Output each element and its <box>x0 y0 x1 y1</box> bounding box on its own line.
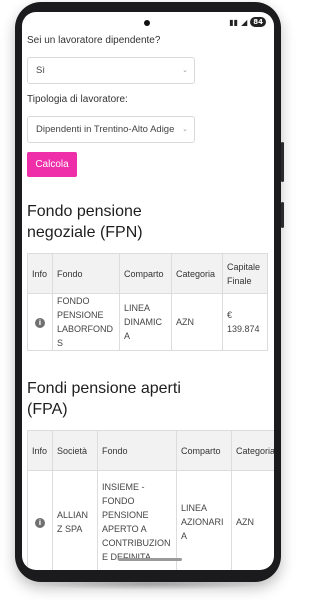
fpa-fondo-cell: INSIEME - FONDO PENSIONE APERTO A CONTRI… <box>97 470 177 570</box>
fpa-col-info: Info <box>27 430 53 471</box>
fpa-table: Info Società Fondo Comparto Categoria i … <box>27 430 274 570</box>
fpa-section-title: Fondi pensione aperti (FPA) <box>27 380 181 418</box>
employee-select[interactable]: Sì ⌄ <box>27 57 195 84</box>
info-icon[interactable]: i <box>35 318 45 328</box>
fpa-comparto-cell: LINEA AZIONARIA <box>176 470 232 570</box>
fpa-categoria-cell: AZN <box>231 470 274 570</box>
table-row: i ALLIANZ SPA INSIEME - FONDO PENSIONE A… <box>27 470 274 570</box>
fpn-comparto-cell: LINEA DINAMICA <box>119 293 172 351</box>
chevron-down-icon: ⌄ <box>182 126 188 133</box>
info-icon[interactable]: i <box>35 517 45 528</box>
fpn-header-row: Info Fondo Comparto Categoria Capitale F… <box>27 253 268 294</box>
fpn-col-categoria: Categoria <box>171 253 223 294</box>
power-button <box>281 202 284 228</box>
calcola-button[interactable]: Calcola <box>27 152 77 177</box>
fpn-info-cell[interactable]: i <box>27 293 53 351</box>
worker-type-label: Tipologia di lavoratore: <box>27 94 128 105</box>
status-icons: ▮▮ ◢ 84 <box>229 17 266 27</box>
fpn-fondo-cell: FONDO PENSIONE LABORFONDS <box>52 293 120 351</box>
fpn-col-info: Info <box>27 253 53 294</box>
employee-question-label: Sei un lavoratore dipendente? <box>27 35 161 46</box>
fpa-societa-cell: ALLIANZ SPA <box>52 470 98 570</box>
table-row: i FONDO PENSIONE LABORFONDS LINEA DINAMI… <box>27 293 268 351</box>
fpa-info-cell[interactable]: i <box>27 470 53 570</box>
fpn-col-capitale: Capitale Finale <box>222 253 268 294</box>
phone-screen: ▮▮ ◢ 84 Sei un lavoratore dipendente? Sì… <box>22 12 274 570</box>
status-bar: ▮▮ ◢ 84 <box>22 12 274 34</box>
fpa-col-societa: Società <box>52 430 98 471</box>
front-camera <box>144 20 150 26</box>
fpn-table: Info Fondo Comparto Categoria Capitale F… <box>27 253 268 351</box>
signal-icon: ▮▮ <box>229 17 239 27</box>
worker-type-select[interactable]: Dipendenti in Trentino-Alto Adige ⌄ <box>27 116 195 143</box>
fpa-col-fondo: Fondo <box>97 430 177 471</box>
fpa-col-comparto: Comparto <box>176 430 232 471</box>
fpa-col-categoria: Categoria <box>231 430 274 471</box>
page-content[interactable]: Sei un lavoratore dipendente? Sì ⌄ Tipol… <box>22 34 274 570</box>
fpn-col-fondo: Fondo <box>52 253 120 294</box>
wifi-icon: ◢ <box>241 17 248 27</box>
home-indicator[interactable] <box>118 558 182 561</box>
fpn-categoria-cell: AZN <box>171 293 223 351</box>
fpn-capitale-cell: € 139.874 <box>222 293 268 351</box>
battery-icon: 84 <box>250 17 266 27</box>
worker-type-select-value: Dipendenti in Trentino-Alto Adige <box>36 124 175 135</box>
volume-button <box>281 142 284 182</box>
chevron-down-icon: ⌄ <box>182 67 188 74</box>
fpn-col-comparto: Comparto <box>119 253 172 294</box>
fpn-section-title: Fondo pensione negoziale (FPN) <box>27 203 143 241</box>
fpa-header-row: Info Società Fondo Comparto Categoria <box>27 430 274 471</box>
employee-select-value: Sì <box>36 65 45 76</box>
